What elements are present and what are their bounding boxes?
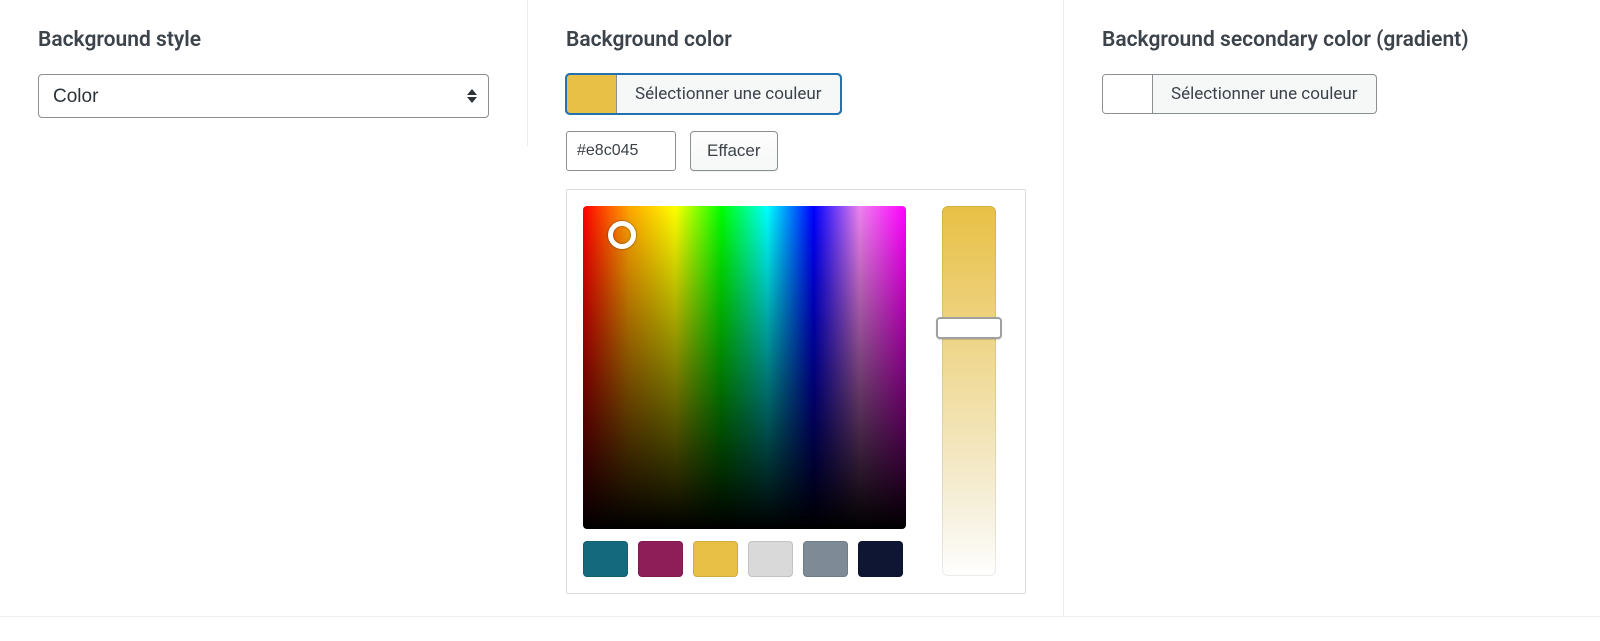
color-select-label: Sélectionner une couleur — [617, 75, 840, 113]
preset-swatch[interactable] — [858, 541, 903, 577]
hex-input[interactable] — [566, 131, 676, 171]
background-style-title: Background style — [38, 28, 489, 52]
color-swatch-icon — [567, 75, 617, 113]
secondary-color-select-label: Sélectionner une couleur — [1153, 75, 1376, 113]
color-swatch-icon — [1103, 75, 1153, 113]
value-slider[interactable] — [942, 206, 996, 576]
sv-cursor-icon[interactable] — [608, 221, 636, 249]
background-style-select-wrap: Color — [38, 74, 489, 118]
background-secondary-section: Background secondary color (gradient) Sé… — [1064, 0, 1600, 145]
preset-swatch[interactable] — [693, 541, 738, 577]
preset-swatch[interactable] — [803, 541, 848, 577]
background-color-title: Background color — [566, 28, 1025, 52]
preset-swatch[interactable] — [638, 541, 683, 577]
color-picker-panel — [566, 189, 1026, 594]
saturation-value-area[interactable] — [583, 206, 906, 529]
preset-swatch[interactable] — [748, 541, 793, 577]
background-secondary-title: Background secondary color (gradient) — [1102, 28, 1562, 52]
color-controls-row: Effacer — [566, 131, 1025, 171]
background-color-section: Background color Sélectionner une couleu… — [528, 0, 1064, 616]
value-slider-handle-icon[interactable] — [936, 317, 1002, 339]
background-color-select-button[interactable]: Sélectionner une couleur — [566, 74, 841, 114]
background-secondary-select-button[interactable]: Sélectionner une couleur — [1102, 74, 1377, 114]
preset-swatches — [583, 541, 906, 577]
background-style-select[interactable]: Color — [38, 74, 489, 118]
clear-button[interactable]: Effacer — [690, 131, 778, 171]
preset-swatch[interactable] — [583, 541, 628, 577]
background-style-section: Background style Color — [0, 0, 528, 146]
